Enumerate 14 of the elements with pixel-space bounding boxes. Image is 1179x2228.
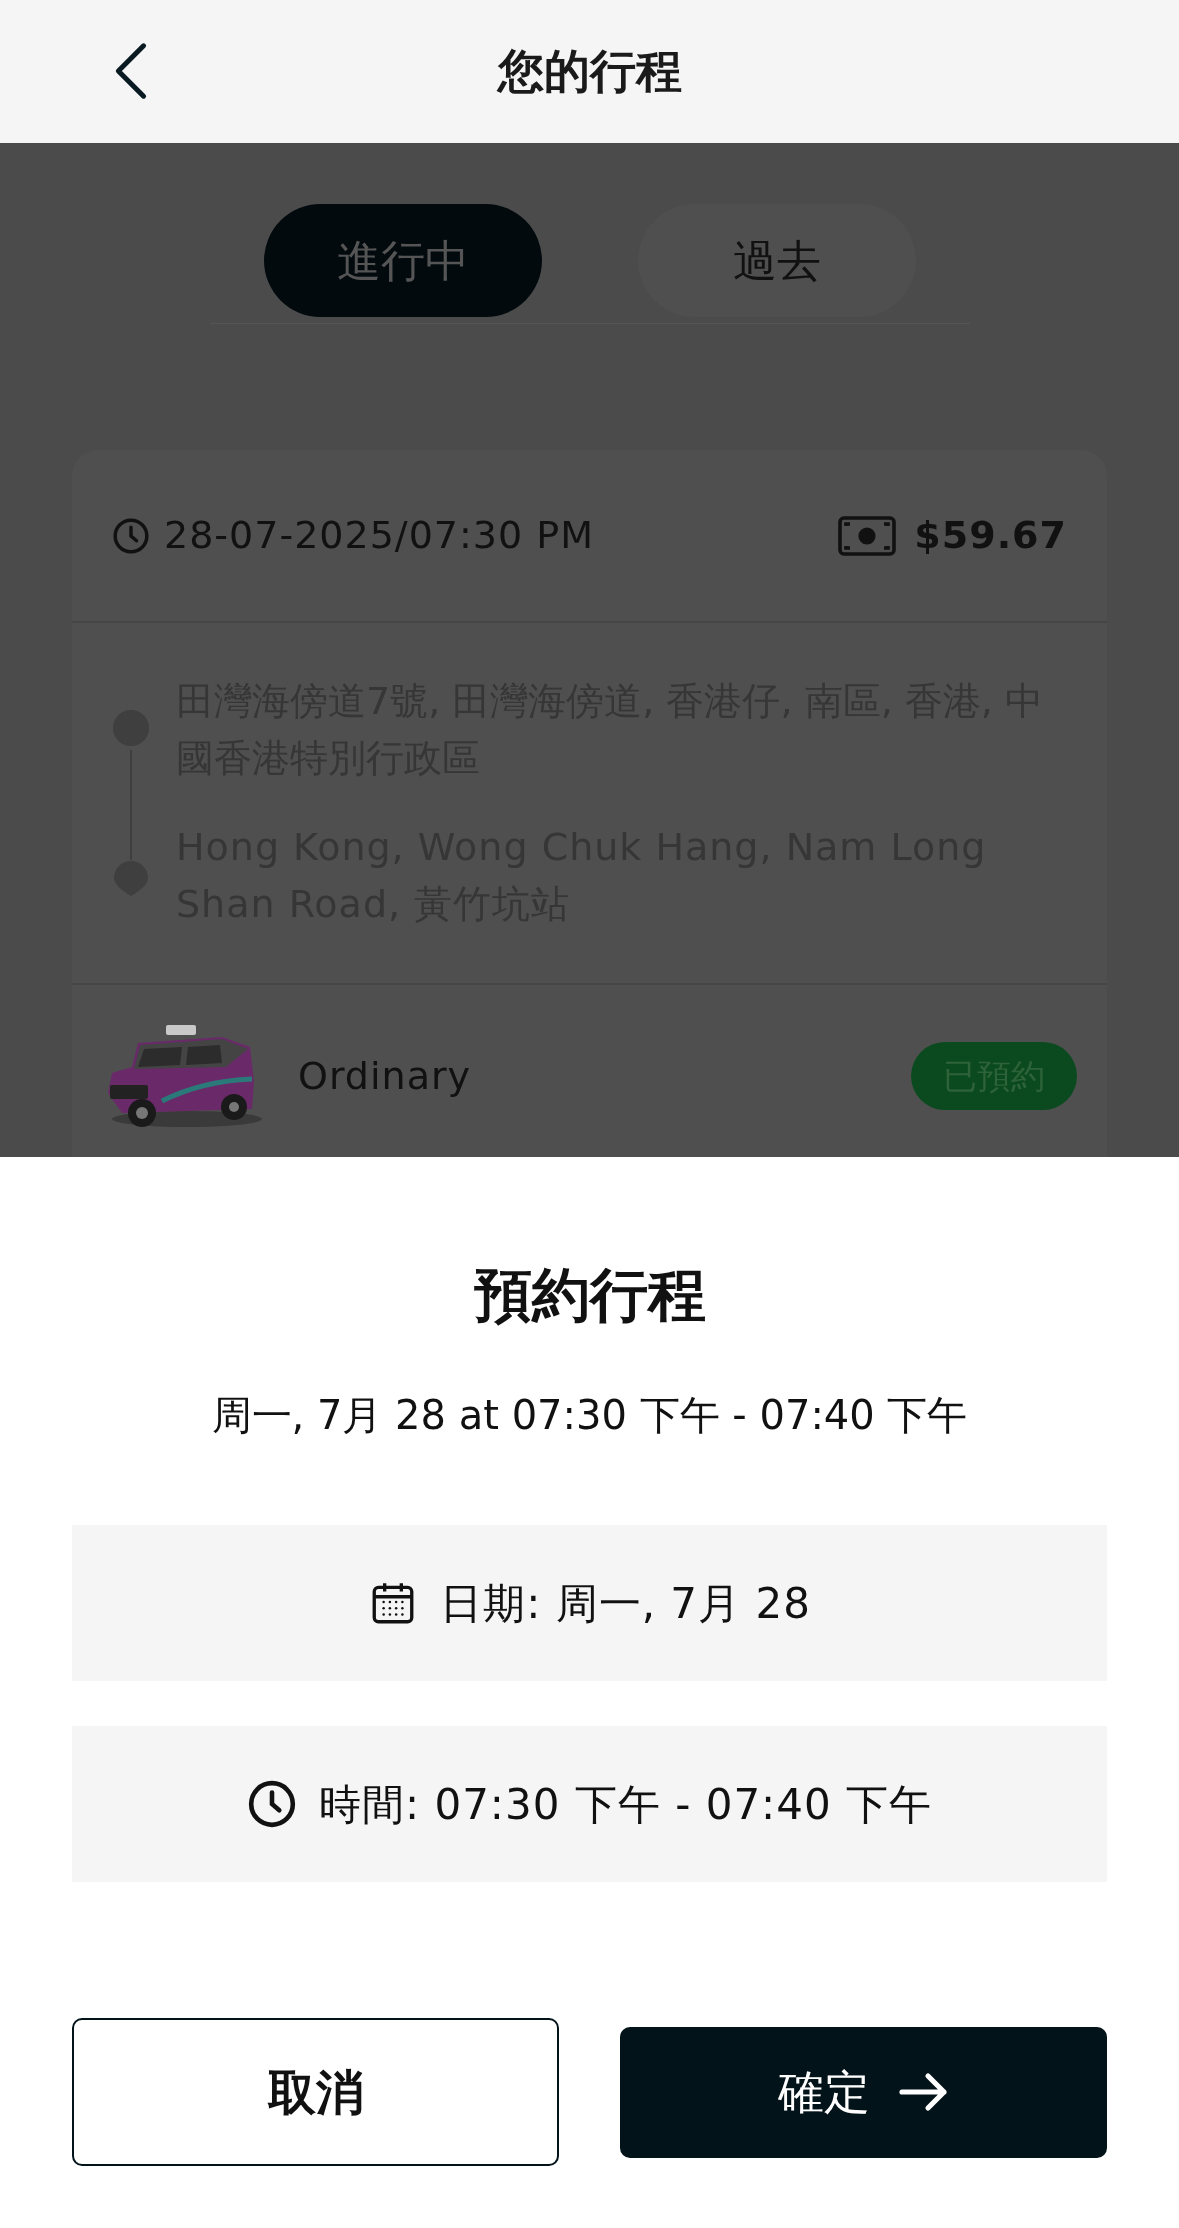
trip-datetime: 28-07-2025/07:30 PM: [164, 512, 594, 559]
clock-icon: [112, 516, 150, 555]
page-title: 您的行程: [497, 43, 682, 100]
arrow-right-icon: [897, 2072, 950, 2112]
sheet-title: 預約行程: [473, 1260, 706, 1331]
trip-fare: $59.67: [914, 512, 1067, 559]
cancel-button[interactable]: 取消: [72, 2018, 559, 2166]
date-field[interactable]: 日期: 周一, 7月 28: [72, 1525, 1107, 1681]
time-field[interactable]: 時間: 07:30 下午 - 07:40 下午: [72, 1726, 1107, 1882]
schedule-summary: 周一, 7月 28 at 07:30 下午 - 07:40 下午: [211, 1391, 968, 1440]
clock-icon: [246, 1779, 297, 1829]
confirm-button[interactable]: 確定: [620, 2026, 1107, 2158]
vehicle-type: Ordinary: [298, 1052, 472, 1100]
cash-icon: [838, 515, 897, 556]
